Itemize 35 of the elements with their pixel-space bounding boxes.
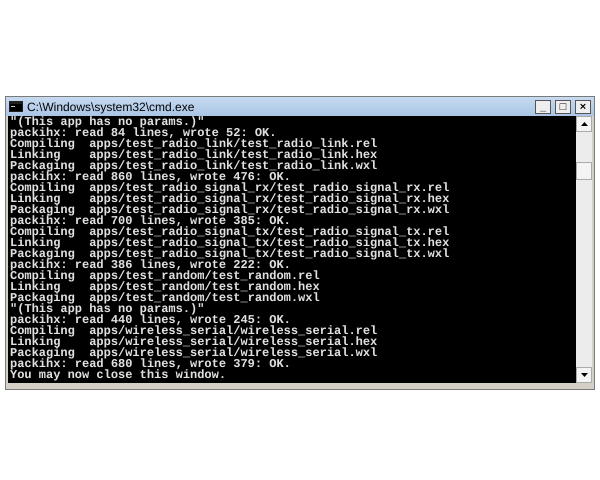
minimize-button[interactable]: _ [535, 100, 551, 114]
console-line: packihx: read 860 lines, wrote 476: OK. [10, 172, 291, 183]
console-line: Packaging apps/test_radio_signal_rx/test_radio_signal_rx.wxl [10, 205, 450, 216]
console-line: Packaging apps/test_radio_signal_tx/test_radio_signal_tx.wxl [10, 249, 450, 260]
console-line: packihx: read 386 lines, wrote 222: OK. [10, 260, 291, 271]
scroll-down-button[interactable] [576, 367, 592, 383]
console-line: Compiling apps/test_radio_link/test_radio_link.rel [10, 139, 378, 150]
down-arrow-icon [580, 373, 588, 377]
window-title: C:\Windows\system32\cmd.exe [27, 98, 196, 116]
up-arrow-icon [580, 122, 588, 126]
console-line: packihx: read 440 lines, wrote 245: OK. [10, 315, 291, 326]
maximize-button[interactable]: □ [555, 100, 571, 114]
console-line: Linking apps/test_radio_link/test_radio_link.hex [10, 150, 378, 161]
console-line: Compiling apps/test_radio_signal_tx/test_radio_signal_tx.rel [10, 227, 450, 238]
console-line: packihx: read 84 lines, wrote 52: OK. [10, 128, 276, 139]
console-line: Linking apps/test_radio_signal_rx/test_radio_signal_rx.hex [10, 194, 450, 205]
console-line: "(This app has no params.)" [10, 304, 204, 315]
console-line: packihx: read 680 lines, wrote 379: OK. [10, 359, 291, 370]
console-line: Compiling apps/test_random/test_random.rel [10, 271, 321, 282]
console-line: packihx: read 700 lines, wrote 385: OK. [10, 216, 291, 227]
console-line: Linking apps/test_random/test_random.hex [10, 282, 321, 293]
console-icon [9, 101, 23, 112]
console-line: Compiling apps/wireless_serial/wireless_serial.rel [10, 326, 378, 337]
console-line: Linking apps/test_radio_signal_tx/test_radio_signal_tx.hex [10, 238, 450, 249]
console-line: Packaging apps/test_radio_link/test_radio_link.wxl [10, 161, 378, 172]
console-line: "(This app has no params.)" [10, 117, 204, 128]
scroll-up-button[interactable] [576, 116, 592, 132]
scrollbar[interactable] [576, 116, 592, 383]
console-line: You may now close this window. [10, 370, 228, 381]
scroll-thumb[interactable] [576, 162, 592, 180]
console-line: Packaging apps/test_random/test_random.wxl [10, 293, 321, 304]
console-line: Packaging apps/wireless_serial/wireless_serial.wxl [10, 348, 378, 359]
console-line: Linking apps/wireless_serial/wireless_serial.hex [10, 337, 378, 348]
console-line: Compiling apps/test_radio_signal_rx/test_radio_signal_rx.rel [10, 183, 450, 194]
close-button[interactable]: × [575, 100, 591, 114]
